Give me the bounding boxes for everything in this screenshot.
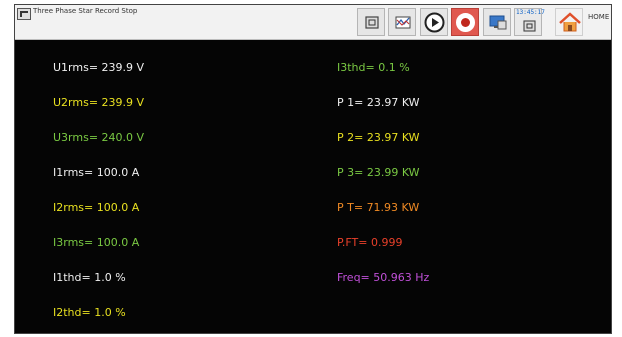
chart-icon: [395, 16, 411, 29]
reading-right-4: P T= 71.93 KW: [337, 201, 420, 214]
reading-left-0: U1rms= 239.9 V: [53, 61, 145, 74]
record-icon: [456, 13, 475, 32]
reading-right-6: Freq= 50.963 Hz: [337, 271, 430, 284]
toolbar: Three Phase Star Record Stop 13:45:17 HO…: [15, 5, 611, 40]
reading-right-0: I3thd= 0.1 %: [337, 61, 410, 74]
play-button[interactable]: [420, 8, 448, 36]
reading-left-5: I3rms= 100.0 A: [53, 236, 140, 249]
reading-right-3: P 3= 23.99 KW: [337, 166, 420, 179]
home-label: HOME: [588, 13, 610, 21]
monitor-icon: [489, 15, 507, 30]
reading-left-7: I2thd= 1.0 %: [53, 306, 126, 319]
main-window: Three Phase Star Record Stop 13:45:17 HO…: [14, 4, 612, 334]
reading-left-2: U3rms= 240.0 V: [53, 131, 145, 144]
reading-left-6: I1thd= 1.0 %: [53, 271, 126, 284]
app-icon: [17, 8, 31, 20]
reading-left-3: I1rms= 100.0 A: [53, 166, 140, 179]
home-icon: [559, 12, 581, 32]
copy-icon: [365, 16, 379, 29]
copy-button[interactable]: [357, 8, 385, 36]
clock-button[interactable]: 13:45:17: [514, 8, 545, 36]
reading-left-1: U2rms= 239.9 V: [53, 96, 145, 109]
chart-button[interactable]: [388, 8, 416, 36]
play-icon: [424, 12, 445, 33]
monitor-button[interactable]: [483, 8, 511, 36]
window-title: Three Phase Star Record Stop: [33, 7, 138, 15]
clock-icon: [523, 20, 536, 32]
reading-left-4: I2rms= 100.0 A: [53, 201, 140, 214]
reading-right-1: P 1= 23.97 KW: [337, 96, 420, 109]
reading-right-5: P.FT= 0.999: [337, 236, 403, 249]
record-button[interactable]: [451, 8, 479, 36]
home-button[interactable]: [555, 8, 583, 36]
reading-right-2: P 2= 23.97 KW: [337, 131, 420, 144]
